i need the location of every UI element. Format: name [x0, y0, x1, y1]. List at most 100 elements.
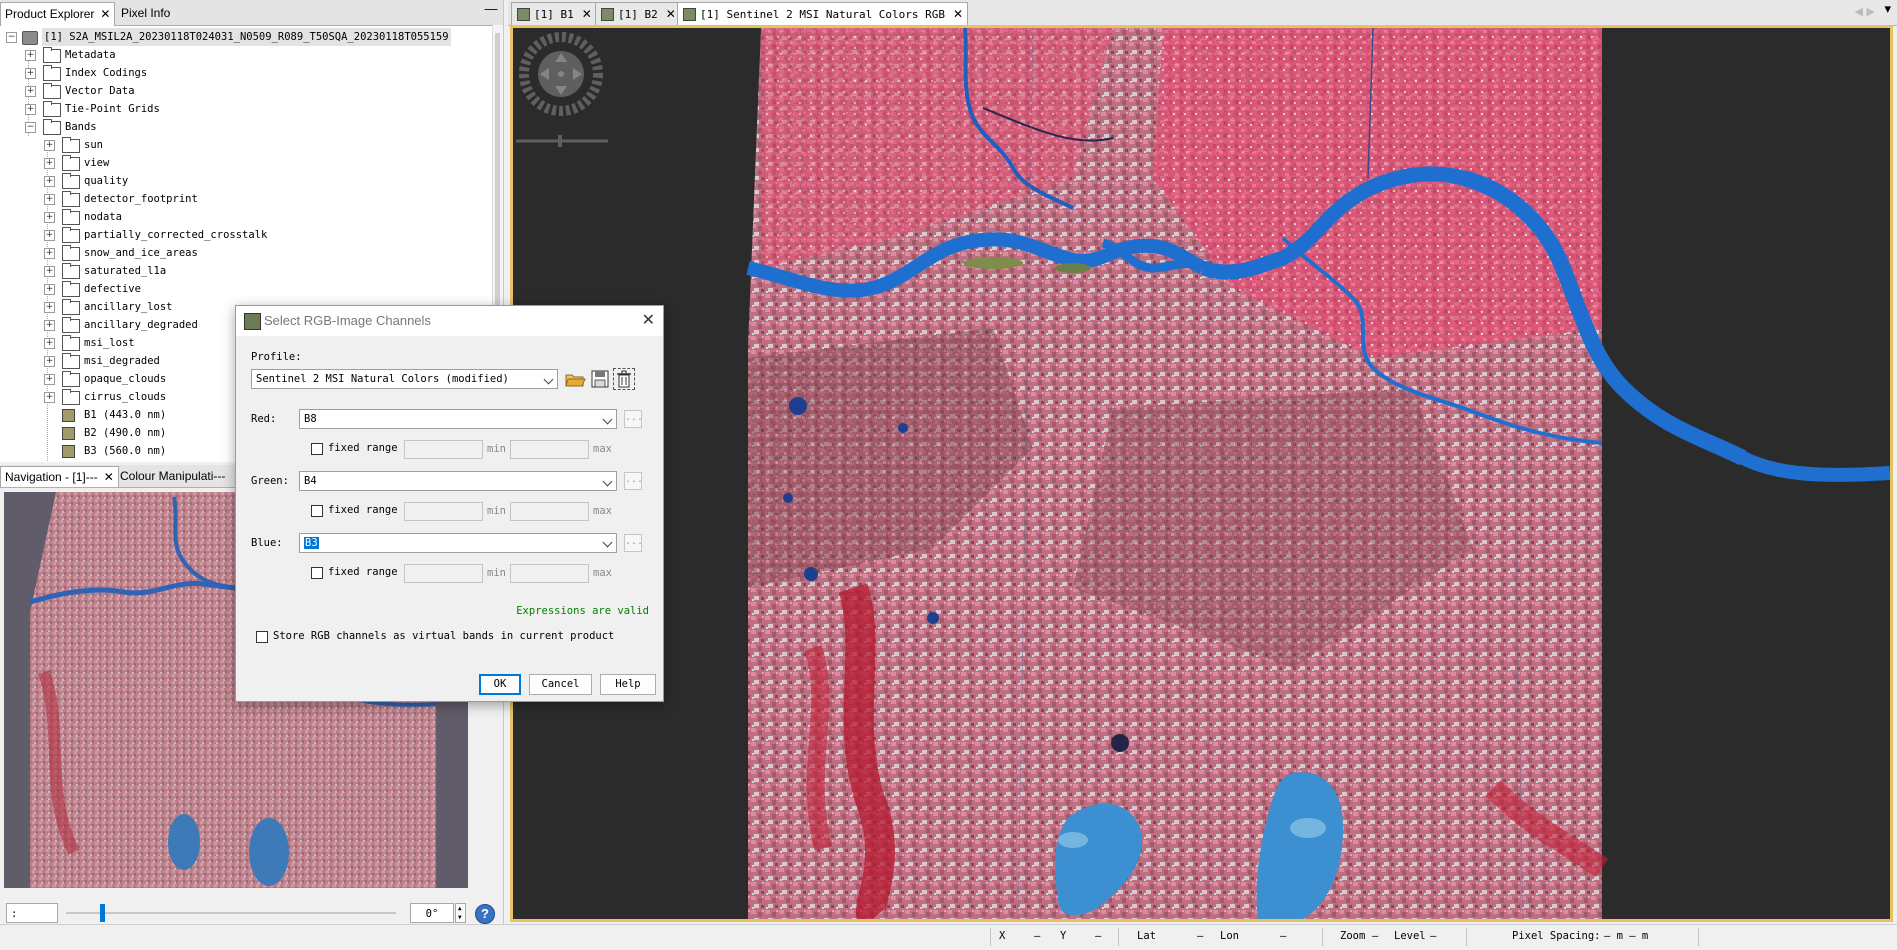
expand-icon[interactable]: +: [44, 194, 55, 205]
tree-item-bands[interactable]: − Bands: [0, 118, 490, 136]
spin-up-icon[interactable]: ▲: [458, 906, 462, 912]
tree-item-defective[interactable]: + defective: [0, 280, 490, 298]
folder-icon: [62, 227, 80, 243]
range-max-input[interactable]: [510, 440, 589, 459]
band-image-icon: [601, 8, 614, 21]
zoom-slider-thumb[interactable]: [100, 904, 106, 922]
tree-item-index-codings[interactable]: + Index Codings: [0, 64, 490, 82]
expand-icon[interactable]: +: [44, 338, 55, 349]
expand-icon[interactable]: +: [44, 302, 55, 313]
tree-item-quality[interactable]: + quality: [0, 172, 490, 190]
expand-icon[interactable]: +: [44, 284, 55, 295]
fixed-range-checkbox[interactable]: [311, 443, 323, 455]
tab-navigation[interactable]: Navigation - [1]--- ✕: [0, 466, 119, 487]
expand-icon[interactable]: +: [44, 212, 55, 223]
spin-down-icon[interactable]: ▼: [458, 915, 462, 921]
status-level-value: —: [1430, 930, 1437, 942]
status-y-value: —: [1095, 930, 1102, 942]
edit-expression-button[interactable]: ...: [624, 534, 643, 552]
close-icon[interactable]: ✕: [642, 310, 655, 329]
tab-pixel-info[interactable]: Pixel Info: [117, 2, 174, 25]
folder-icon: [62, 389, 80, 405]
tree-item-metadata[interactable]: + Metadata: [0, 46, 490, 64]
status-lon-value: —: [1280, 930, 1287, 942]
range-min-input[interactable]: [404, 564, 483, 583]
scroll-tabs-left-icon[interactable]: ◀: [1855, 5, 1863, 18]
rotation-spinner[interactable]: ▲ ▼: [455, 903, 466, 923]
channel-expression-select[interactable]: B4: [299, 471, 617, 491]
status-lat-value: —: [1197, 930, 1204, 942]
expand-icon[interactable]: +: [44, 140, 55, 151]
edit-expression-button[interactable]: ...: [624, 410, 643, 428]
expand-icon[interactable]: +: [44, 230, 55, 241]
dialog-titlebar[interactable]: Select RGB-Image Channels ✕: [236, 306, 663, 336]
tree-item-label: Bands: [65, 121, 97, 133]
tree-item-product[interactable]: − [1] S2A_MSIL2A_20230118T024031_N0509_R0…: [0, 28, 490, 46]
help-button[interactable]: Help: [600, 674, 656, 695]
expand-icon[interactable]: +: [25, 104, 36, 115]
expand-icon[interactable]: +: [25, 68, 36, 79]
delete-profile-button[interactable]: [613, 368, 635, 390]
close-icon[interactable]: ✕: [666, 7, 676, 21]
collapse-icon[interactable]: −: [25, 122, 36, 133]
close-icon[interactable]: ✕: [582, 7, 592, 21]
tree-item-view[interactable]: + view: [0, 154, 490, 172]
close-icon[interactable]: ✕: [953, 7, 963, 21]
range-min-input[interactable]: [404, 440, 483, 459]
expand-icon[interactable]: +: [44, 176, 55, 187]
folder-icon: [62, 335, 80, 351]
expand-icon[interactable]: +: [25, 50, 36, 61]
status-x-label: X: [999, 930, 1006, 942]
close-icon[interactable]: ✕: [100, 7, 110, 21]
tree-item-detector-footprint[interactable]: + detector_footprint: [0, 190, 490, 208]
scroll-tabs-right-icon[interactable]: ▶: [1867, 5, 1875, 18]
satellite-rgb-image[interactable]: [513, 28, 1890, 919]
channel-expression-select[interactable]: B3: [299, 533, 617, 553]
tree-item-partially-corrected-crosstalk[interactable]: + partially_corrected_crosstalk: [0, 226, 490, 244]
tab-view-rgb[interactable]: [1] Sentinel 2 MSI Natural Colors RGB ✕: [677, 2, 969, 25]
expand-icon[interactable]: +: [25, 86, 36, 97]
status-y-label: Y: [1060, 930, 1067, 942]
channel-expression-select[interactable]: B8: [299, 409, 617, 429]
tab-list-icon[interactable]: ▾: [1884, 2, 1891, 17]
tree-item-snow-and-ice-areas[interactable]: + snow_and_ice_areas: [0, 244, 490, 262]
expand-icon[interactable]: +: [44, 356, 55, 367]
tab-view-b1[interactable]: [1] B1 ✕: [511, 2, 597, 25]
edit-expression-button[interactable]: ...: [624, 472, 643, 490]
save-profile-button[interactable]: [589, 368, 611, 390]
expand-icon[interactable]: +: [44, 266, 55, 277]
zoom-factor-input[interactable]: : 122.14: [6, 903, 58, 940]
tree-item-nodata[interactable]: + nodata: [0, 208, 490, 226]
expand-icon[interactable]: +: [44, 158, 55, 169]
collapse-icon[interactable]: −: [6, 32, 17, 43]
cancel-button[interactable]: Cancel: [529, 674, 592, 695]
rotation-angle-input[interactable]: 0°: [410, 903, 454, 923]
tree-item-tie-point-grids[interactable]: + Tie-Point Grids: [0, 100, 490, 118]
ok-button[interactable]: OK: [479, 674, 521, 695]
expand-icon[interactable]: +: [44, 248, 55, 259]
tab-label: [1] B1: [534, 8, 574, 21]
tab-product-explorer[interactable]: Product Explorer ✕: [0, 2, 116, 26]
image-view[interactable]: [510, 25, 1893, 922]
close-icon[interactable]: ✕: [104, 470, 114, 484]
help-icon[interactable]: ?: [475, 904, 495, 924]
range-max-input[interactable]: [510, 502, 589, 521]
zoom-slider-track[interactable]: [66, 912, 396, 914]
open-profile-button[interactable]: [564, 368, 586, 390]
minimize-icon[interactable]: —: [484, 2, 498, 17]
tree-item-saturated-l1a[interactable]: + saturated_l1a: [0, 262, 490, 280]
range-max-input[interactable]: [510, 564, 589, 583]
tree-item-vector-data[interactable]: + Vector Data: [0, 82, 490, 100]
tab-view-b2[interactable]: [1] B2 ✕: [595, 2, 681, 25]
expand-icon[interactable]: +: [44, 320, 55, 331]
store-virtual-bands-checkbox[interactable]: [256, 631, 268, 643]
status-lat-label: Lat: [1137, 930, 1156, 942]
tab-colour-manipulation[interactable]: Colour Manipulati---: [116, 466, 229, 486]
fixed-range-checkbox[interactable]: [311, 505, 323, 517]
fixed-range-checkbox[interactable]: [311, 567, 323, 579]
range-min-input[interactable]: [404, 502, 483, 521]
expand-icon[interactable]: +: [44, 374, 55, 385]
expand-icon[interactable]: +: [44, 392, 55, 403]
profile-select[interactable]: Sentinel 2 MSI Natural Colors (modified): [251, 369, 558, 389]
tree-item-sun[interactable]: + sun: [0, 136, 490, 154]
